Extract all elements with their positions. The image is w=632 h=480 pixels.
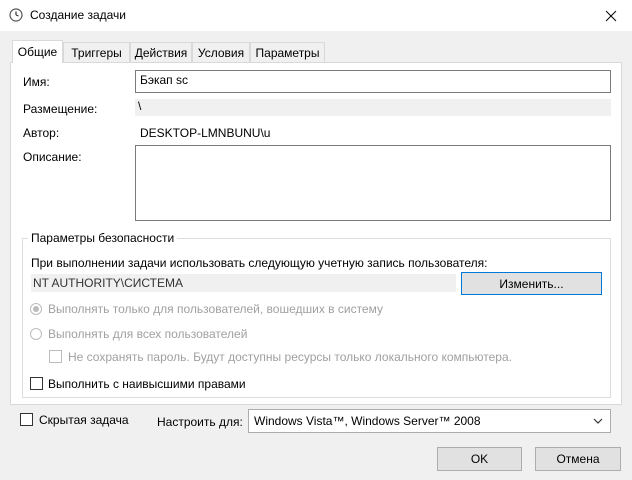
tab-label: Действия — [134, 45, 188, 60]
location-value: \ — [138, 99, 142, 113]
description-input[interactable] — [135, 145, 611, 221]
account-prompt: При выполнении задачи использовать следу… — [31, 256, 488, 270]
security-group-title: Параметры безопасности — [28, 231, 178, 245]
name-label: Имя: — [23, 75, 50, 89]
tab-label: Общие — [17, 45, 58, 59]
change-user-button[interactable]: Изменить... — [461, 272, 602, 295]
no-store-password-label: Не сохранять пароль. Будут доступны ресу… — [68, 350, 512, 364]
tab-triggers[interactable]: Триггеры — [63, 42, 130, 62]
radio-logged-on-only[interactable] — [30, 303, 42, 315]
chevron-down-icon — [593, 418, 603, 424]
highest-privileges-checkbox[interactable] — [30, 377, 43, 390]
close-icon — [605, 10, 617, 21]
tab-actions[interactable]: Действия — [130, 42, 192, 62]
radio-dot — [33, 306, 39, 312]
radio-logged-on-label: Выполнять только для пользователей, воше… — [48, 302, 383, 316]
hidden-task-label: Скрытая задача — [39, 413, 129, 427]
ok-button-label: OK — [470, 452, 489, 466]
tab-settings[interactable]: Параметры — [250, 42, 325, 62]
clock-icon — [9, 8, 23, 22]
location-field — [135, 99, 611, 116]
tab-conditions[interactable]: Условия — [192, 42, 250, 62]
cancel-button[interactable]: Отмена — [535, 447, 621, 471]
description-label: Описание: — [23, 150, 82, 164]
no-store-password-checkbox[interactable] — [49, 350, 62, 363]
configure-for-select[interactable]: Windows Vista™, Windows Server™ 2008 — [248, 409, 611, 433]
highest-privileges-label: Выполнить с наивысшими правами — [48, 377, 246, 391]
change-user-button-label: Изменить... — [499, 276, 564, 291]
configure-for-value: Windows Vista™, Windows Server™ 2008 — [254, 414, 481, 428]
account-value: NT AUTHORITY\СИСТЕМА — [33, 276, 184, 290]
tab-label: Триггеры — [71, 45, 122, 60]
radio-all-users-label: Выполнять для всех пользователей — [48, 327, 248, 341]
radio-all-users[interactable] — [30, 328, 42, 340]
tab-label: Параметры — [255, 45, 320, 60]
tab-label: Условия — [197, 45, 245, 60]
author-value: DESKTOP-LMNBUNU\u — [140, 126, 271, 140]
cancel-button-label: Отмена — [556, 452, 600, 466]
author-label: Автор: — [23, 126, 60, 140]
close-button[interactable] — [590, 0, 632, 31]
configure-for-label: Настроить для: — [157, 415, 243, 429]
ok-button[interactable]: OK — [437, 447, 522, 471]
name-input[interactable]: Бэкап sc — [135, 70, 611, 93]
hidden-task-checkbox[interactable] — [20, 413, 33, 426]
window-title: Создание задачи — [30, 8, 126, 22]
location-label: Размещение: — [23, 102, 98, 116]
tab-general[interactable]: Общие — [12, 40, 63, 63]
